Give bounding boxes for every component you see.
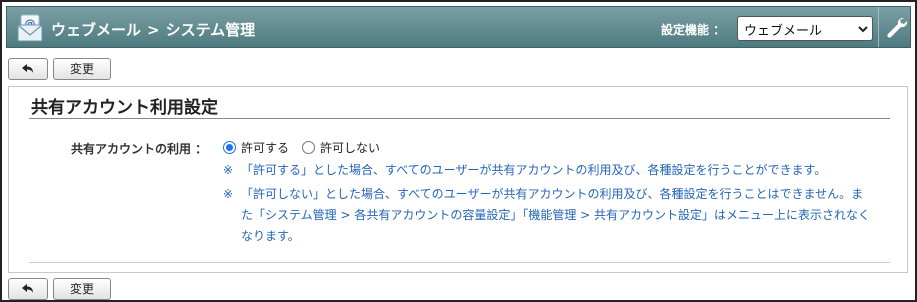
radio-allow-label[interactable]: 許可する [241,139,289,156]
breadcrumb: ウェブメール > システム管理 [51,19,255,40]
header-bar: @ ウェブメール > システム管理 設定機能 ： ウェブメール [6,6,911,48]
note-text: 「許可する」とした場合、すべてのユーザーが共有アカウントの利用及び、各種設定を行… [241,163,827,177]
back-arrow-icon [22,284,33,293]
breadcrumb-separator: > [147,21,160,39]
back-button[interactable] [8,58,48,80]
note-disallow: ※ 「許可しない」とした場合、すべてのユーザーが共有アカウントの利用及び、各種設… [223,184,873,247]
radio-disallow[interactable] [302,141,315,154]
bottom-divider [29,262,890,263]
webmail-envelope-icon: @ [17,14,43,42]
wrench-icon[interactable] [884,15,908,41]
radio-disallow-label[interactable]: 許可しない [320,139,380,156]
radio-allow[interactable] [223,141,236,154]
back-arrow-icon [22,64,33,73]
chevron-down-icon [858,26,868,33]
back-button[interactable] [8,278,48,300]
header-divider [878,7,879,47]
app-window: @ ウェブメール > システム管理 設定機能 ： ウェブメール 変更 共有アカウント… [0,0,917,302]
setting-function-label: 設定機能 ： [661,23,726,37]
breadcrumb-page: システム管理 [165,21,256,39]
panel-title: 共有アカウント利用設定 [31,98,218,118]
title-divider [29,118,890,119]
note-text: 「許可しない」とした場合、すべてのユーザーが共有アカウントの利用及び、各種設定を… [241,187,871,243]
note-mark: ※ [223,187,234,201]
toolbar-top: 変更 [8,58,328,80]
shared-account-usage-label: 共有アカウントの利用 ： [71,142,208,156]
note-allow: ※ 「許可する」とした場合、すべてのユーザーが共有アカウントの利用及び、各種設定… [223,160,873,181]
change-button[interactable]: 変更 [53,58,111,80]
breadcrumb-app[interactable]: ウェブメール [51,21,141,39]
toolbar-bottom: 変更 [8,278,328,300]
settings-panel: 共有アカウント利用設定 共有アカウントの利用 ： 許可する 許可しない ※ 「許… [8,86,908,273]
change-button[interactable]: 変更 [53,278,111,300]
setting-function-select[interactable]: ウェブメール [737,16,873,41]
note-mark: ※ [223,163,234,177]
setting-function-select-value: ウェブメール [744,24,823,39]
